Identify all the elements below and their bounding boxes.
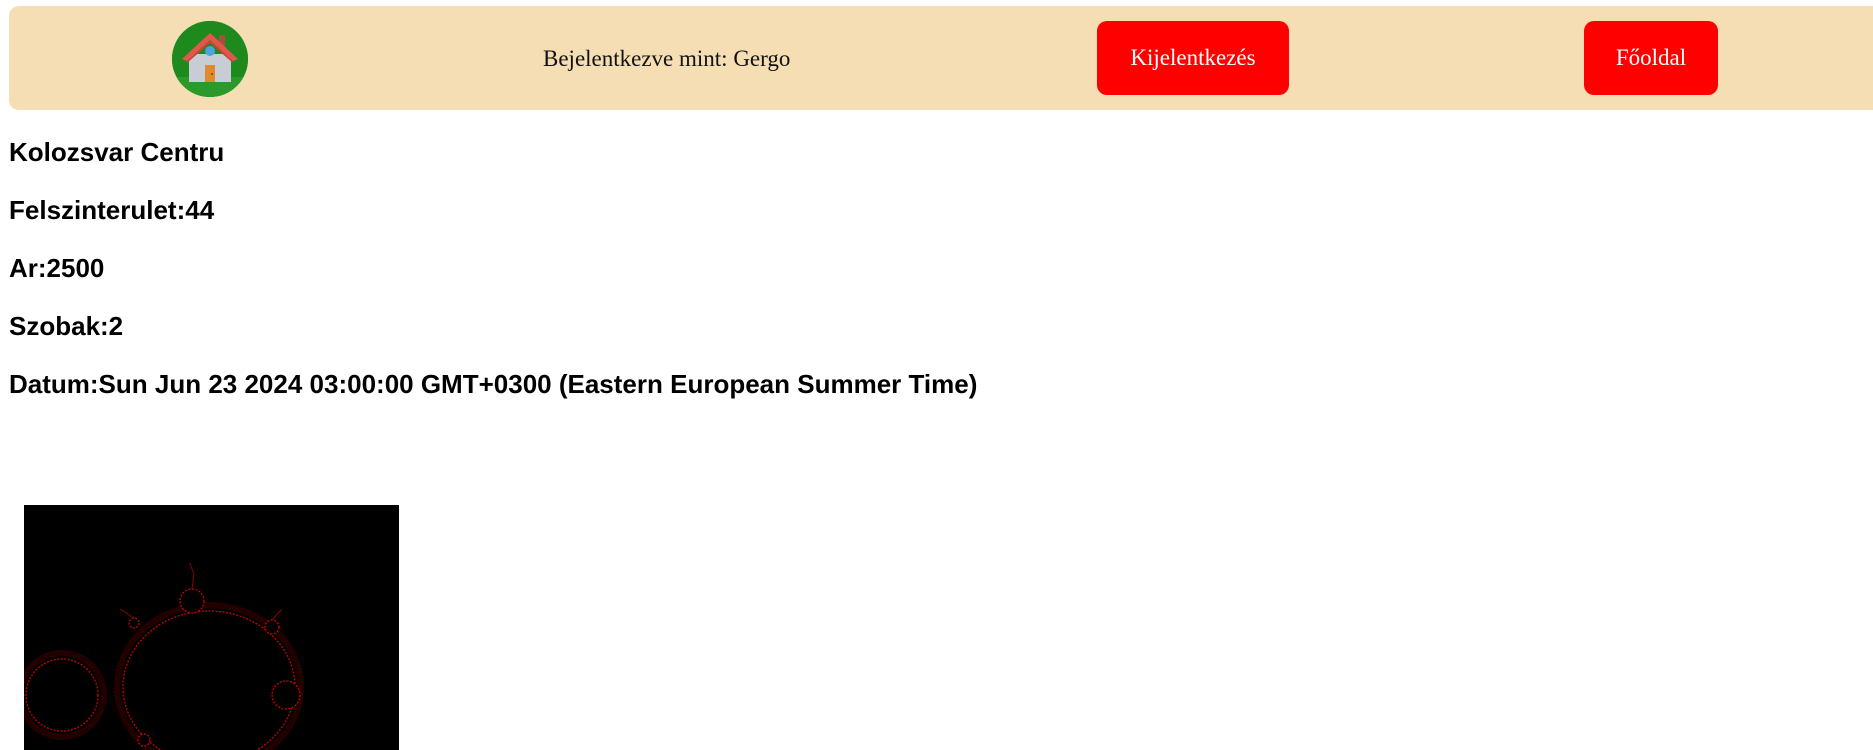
logged-in-user-text: Bejelentkezve mint: Gergo <box>543 46 791 71</box>
listing-date: Datum:Sun Jun 23 2024 03:00:00 GMT+0300 … <box>9 369 978 399</box>
top-navbar: Bejelentkezve mint: Gergo Kijelentkezés … <box>9 6 1873 110</box>
listing-price: Ar:2500 <box>9 253 105 283</box>
listing-rooms: Szobak:2 <box>9 311 124 341</box>
listing-area: Felszinterulet:44 <box>9 195 215 225</box>
listing-name: Kolozsvar Centru <box>9 137 225 167</box>
logout-button[interactable]: Kijelentkezés <box>1097 21 1289 95</box>
house-icon[interactable] <box>172 21 248 97</box>
listing-image <box>24 505 399 750</box>
home-button[interactable]: Főoldal <box>1584 21 1718 95</box>
